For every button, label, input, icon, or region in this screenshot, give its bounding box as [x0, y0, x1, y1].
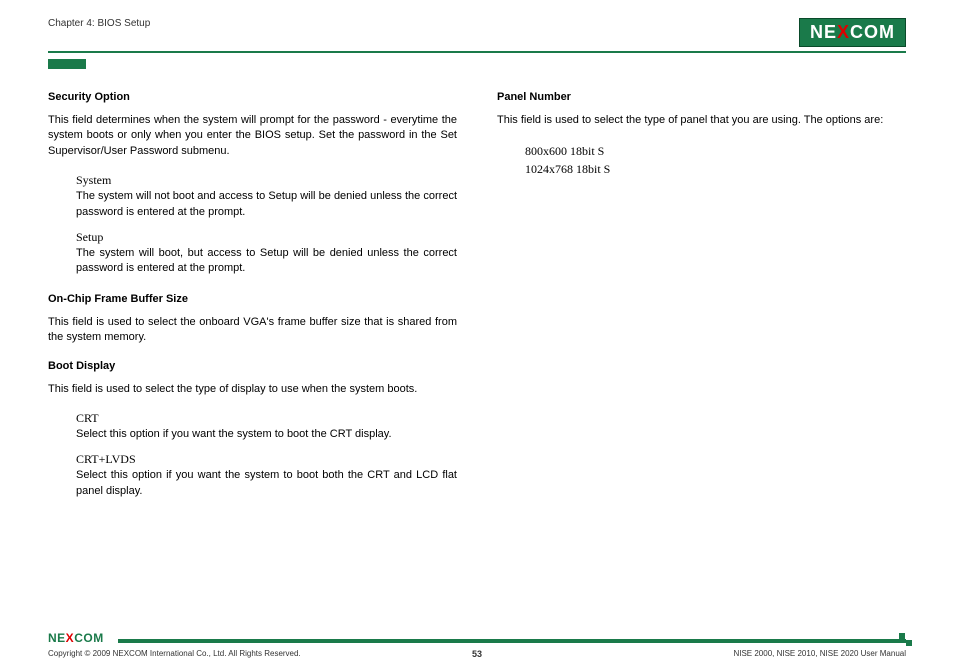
- footer-logo-x: X: [66, 631, 75, 645]
- page-number: 53: [48, 649, 906, 659]
- logo-text-pre: NE: [810, 22, 837, 42]
- panel-option-2: 1024x768 18bit S: [525, 160, 906, 178]
- frame-buffer-title: On-Chip Frame Buffer Size: [48, 293, 457, 305]
- page-footer: NEXCOM Copyright © 2009 NEXCOM Internati…: [48, 633, 906, 658]
- right-column: Panel Number This field is used to selec…: [497, 91, 906, 509]
- chapter-label: Chapter 4: BIOS Setup: [48, 18, 150, 29]
- left-column: Security Option This field determines wh…: [48, 91, 457, 509]
- security-option-body: This field determines when the system wi…: [48, 113, 457, 159]
- option-crt-lvds: CRT+LVDS Select this option if you want …: [76, 452, 457, 499]
- option-setup: Setup The system will boot, but access t…: [76, 230, 457, 277]
- footer-logo-post: COM: [74, 631, 104, 645]
- security-option-title: Security Option: [48, 91, 457, 103]
- option-crt: CRT Select this option if you want the s…: [76, 411, 457, 442]
- option-setup-label: Setup: [76, 230, 457, 245]
- panel-options-list: 800x600 18bit S 1024x768 18bit S: [525, 142, 906, 178]
- option-system: System The system will not boot and acce…: [76, 173, 457, 220]
- boot-display-body: This field is used to select the type of…: [48, 382, 457, 397]
- header-divider: [48, 51, 906, 53]
- page-header: Chapter 4: BIOS Setup NEXCOM: [48, 18, 906, 47]
- footer-logo-pre: NE: [48, 631, 66, 645]
- panel-number-body: This field is used to select the type of…: [497, 113, 906, 128]
- option-crt-desc: Select this option if you want the syste…: [76, 427, 457, 442]
- option-crt-label: CRT: [76, 411, 457, 426]
- option-system-label: System: [76, 173, 457, 188]
- option-crt-lvds-desc: Select this option if you want the syste…: [76, 468, 457, 499]
- footer-ornament-icon: [899, 633, 912, 646]
- boot-display-title: Boot Display: [48, 360, 457, 372]
- panel-number-title: Panel Number: [497, 91, 906, 103]
- footer-logo: NEXCOM: [48, 631, 104, 645]
- logo-text-post: COM: [850, 22, 895, 42]
- footer-divider: [118, 639, 906, 643]
- option-crt-lvds-label: CRT+LVDS: [76, 452, 457, 467]
- brand-logo: NEXCOM: [799, 18, 906, 47]
- option-setup-desc: The system will boot, but access to Setu…: [76, 246, 457, 277]
- panel-option-1: 800x600 18bit S: [525, 142, 906, 160]
- frame-buffer-body: This field is used to select the onboard…: [48, 315, 457, 346]
- accent-bar: [48, 59, 86, 69]
- option-system-desc: The system will not boot and access to S…: [76, 189, 457, 220]
- logo-text-x: X: [837, 22, 850, 42]
- content-columns: Security Option This field determines wh…: [48, 91, 906, 509]
